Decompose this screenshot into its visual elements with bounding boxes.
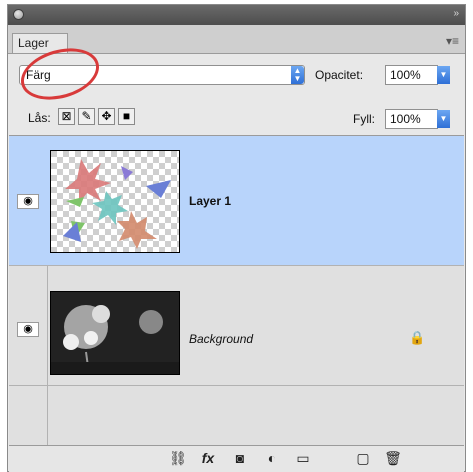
opacity-input[interactable]: 100% xyxy=(385,65,438,85)
layer-name[interactable]: Layer 1 xyxy=(189,194,231,208)
visibility-eye-icon[interactable]: ◉ xyxy=(17,322,39,337)
layer-row[interactable]: ◉ Background 🔒 xyxy=(9,266,464,386)
opacity-dropdown-icon[interactable]: ▼ xyxy=(437,66,450,84)
layer-name[interactable]: Background xyxy=(189,332,253,346)
visibility-eye-icon[interactable]: ◉ xyxy=(17,194,39,209)
layer-thumbnail xyxy=(50,150,180,253)
layer-locked-icon: 🔒 xyxy=(409,330,426,345)
layer-row[interactable]: ◉ Layer 1 xyxy=(9,136,464,266)
lock-image-pixels-icon[interactable]: ✎ xyxy=(78,108,95,125)
blend-mode-value: Färg xyxy=(26,68,51,82)
opacity-label: Opacitet: xyxy=(315,68,364,82)
lock-all-icon[interactable]: ■ xyxy=(118,108,135,125)
blend-mode-select[interactable]: Färg ▲ ▼ xyxy=(19,65,305,85)
panel-titlebar: » xyxy=(8,5,465,25)
layer-style-fx-icon[interactable]: fx xyxy=(199,450,217,466)
tab-bar: Lager ▾≡ xyxy=(8,25,465,54)
transparency-thumbnail-icon xyxy=(51,151,179,252)
tab-layers[interactable]: Lager xyxy=(12,33,68,53)
collapse-panel-icon[interactable]: » xyxy=(453,8,458,19)
layer-mask-icon[interactable]: ◙ xyxy=(231,450,249,466)
layers-list: ◉ Layer 1 ◉ Background 🔒 xyxy=(9,135,464,448)
close-icon[interactable] xyxy=(13,9,24,20)
lock-label: Lås: xyxy=(28,111,51,125)
new-group-icon[interactable]: ▭ xyxy=(294,450,312,467)
fill-dropdown-icon[interactable]: ▼ xyxy=(437,110,450,128)
lock-position-icon[interactable]: ✥ xyxy=(98,108,115,125)
delete-layer-icon[interactable]: 🗑 xyxy=(384,450,402,467)
select-arrows-icon: ▲ ▼ xyxy=(291,66,304,84)
bottom-toolbar: ⛓ fx ◙ ◐ ▭ ▢ 🗑 xyxy=(9,445,464,472)
new-layer-icon[interactable]: ▢ xyxy=(354,450,372,467)
fill-label: Fyll: xyxy=(353,112,375,126)
layer-thumbnail xyxy=(50,291,180,375)
layers-panel: » Lager ▾≡ Färg ▲ ▼ Opacitet: 100% ▼ Lås:… xyxy=(7,4,466,472)
adjustment-layer-icon[interactable]: ◐ xyxy=(263,450,281,466)
link-layers-icon[interactable]: ⛓ xyxy=(169,450,187,467)
fill-input[interactable]: 100% xyxy=(385,109,438,129)
tab-label: Lager xyxy=(18,36,49,50)
photo-thumbnail-icon xyxy=(51,292,179,374)
panel-menu-icon[interactable]: ▾≡ xyxy=(446,34,459,48)
lock-transparent-pixels-icon[interactable]: ⊠ xyxy=(58,108,75,125)
